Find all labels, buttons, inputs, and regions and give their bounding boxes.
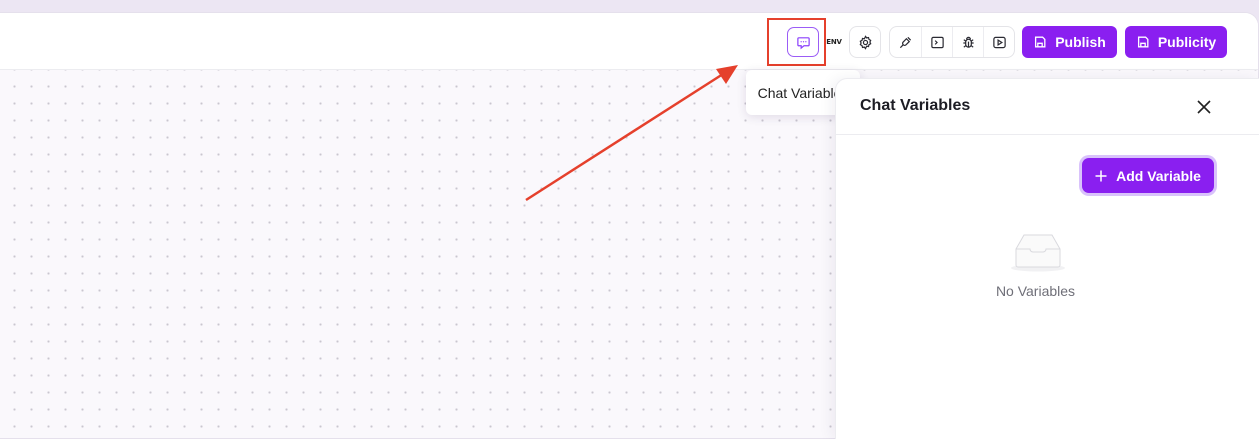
chat-variables-button[interactable] [787,27,819,57]
terminal-icon [930,36,944,48]
run-button[interactable] [983,27,1014,57]
settings-button[interactable] [849,26,881,58]
plugin-icon [899,36,912,48]
empty-inbox-icon [1011,234,1065,272]
panel-header: Chat Variables [836,79,1259,135]
close-icon [1197,100,1211,114]
empty-state-text: No Variables [995,283,1076,299]
publicity-label: Publicity [1157,34,1217,50]
save-icon [1137,36,1149,48]
publish-button[interactable]: Publish [1022,26,1117,58]
chat-variables-icon [796,36,810,49]
env-button[interactable]: ENV [820,27,848,57]
publish-label: Publish [1055,34,1106,50]
close-panel-button[interactable] [1194,97,1214,117]
save-icon [1035,36,1046,48]
debug-bug-icon [962,36,974,48]
run-play-icon [992,36,1006,48]
panel-title: Chat Variables [860,97,971,114]
debug-tool-group [889,26,1015,58]
chat-variables-panel: Chat Variables Add Variable No Variables [835,78,1259,439]
settings-icon [859,34,871,50]
add-variable-label: Add Variable [1116,167,1201,184]
terminal-button[interactable] [921,27,952,57]
env-label: ENV [826,38,842,46]
debug-button[interactable] [952,27,983,57]
workflow-header: ENV Publish Publicity [0,13,1258,70]
plugin-button[interactable] [890,27,921,57]
add-variable-button[interactable]: Add Variable [1082,158,1214,193]
publicity-button[interactable]: Publicity [1125,26,1227,58]
plus-icon [1095,170,1107,181]
